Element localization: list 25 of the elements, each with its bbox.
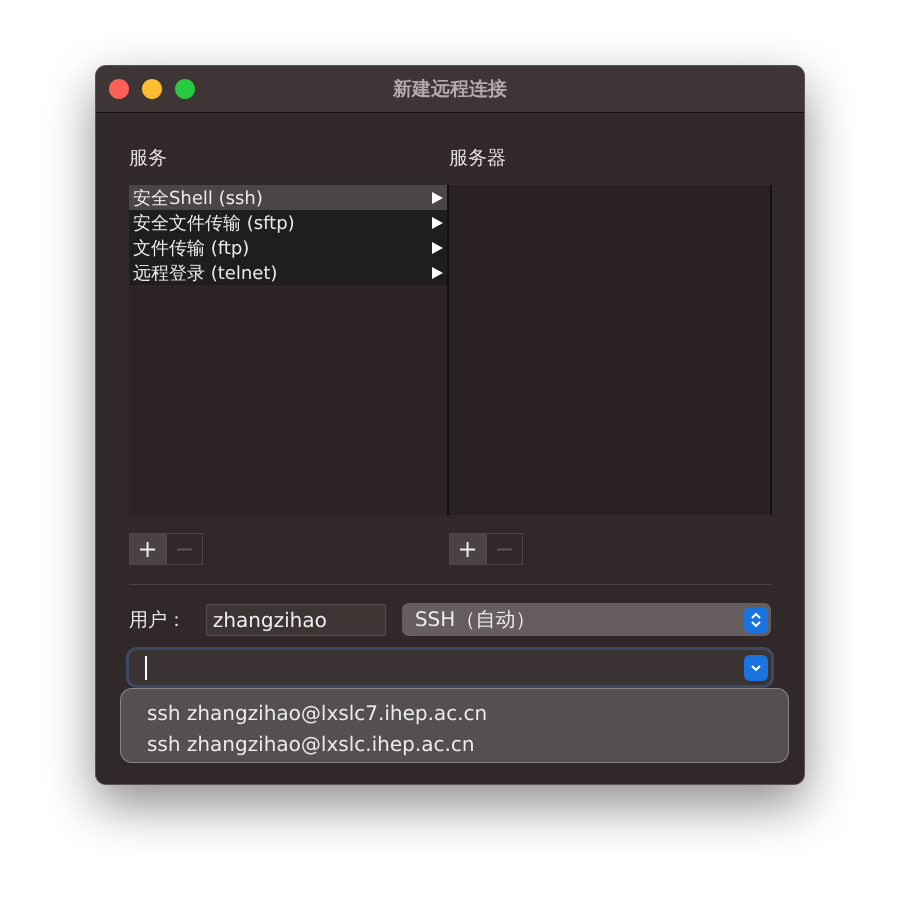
service-item[interactable]: 文件传输 (ftp) [129,235,447,260]
add-button[interactable]: + [129,533,166,565]
user-field[interactable]: zhangzihao [206,604,386,636]
stepper-arrows-icon [750,610,762,628]
servers-label: 服务器 [449,146,507,171]
protocol-popup[interactable]: SSH（自动） [402,603,771,636]
add-button[interactable]: + [449,533,486,565]
window-title: 新建远程连接 [393,77,507,102]
command-combo-box[interactable] [129,650,771,685]
disclosure-arrow-icon [432,192,443,204]
suggestion-item[interactable]: ssh zhangzihao@lxslc7.ihep.ac.cn [147,697,788,728]
services-label: 服务 [129,146,168,171]
zoom-button[interactable] [175,79,195,99]
chevron-down-icon [750,664,762,672]
disclosure-arrow-icon [432,266,443,278]
disclosure-arrow-icon [432,216,443,228]
service-item[interactable]: 安全文件传输 (sftp) [129,210,447,235]
user-label: 用户： [129,608,187,632]
service-item[interactable]: 远程登录 (telnet) [129,260,447,285]
suggestion-item[interactable]: ssh zhangzihao@lxslc.ihep.ac.cn [147,728,788,759]
text-cursor [145,656,147,680]
service-item[interactable]: 安全Shell (ssh) [129,185,447,210]
minimize-button[interactable] [142,79,162,99]
close-button[interactable] [109,79,129,99]
disclosure-arrow-icon [432,242,443,254]
